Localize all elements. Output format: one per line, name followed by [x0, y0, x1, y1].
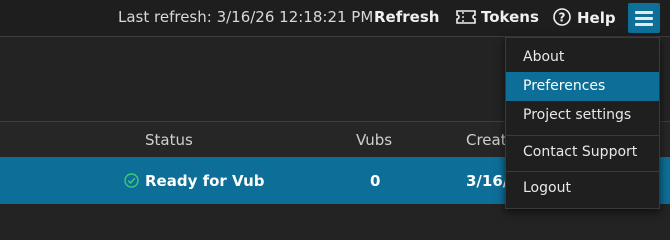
- menu-divider: [506, 135, 659, 136]
- help-button[interactable]: ? Help: [553, 8, 616, 27]
- column-header-vubs[interactable]: Vubs: [356, 131, 392, 149]
- menu-item-project-settings[interactable]: Project settings: [506, 101, 659, 130]
- hamburger-menu-button[interactable]: [628, 3, 660, 33]
- menu-item-about[interactable]: About: [506, 43, 659, 72]
- refresh-button[interactable]: Refresh: [374, 8, 439, 26]
- top-toolbar: Last refresh: 3/16/26 12:18:21 PM Refres…: [0, 0, 670, 36]
- vubs-cell: 0: [370, 172, 381, 190]
- column-header-created[interactable]: Creat: [466, 131, 507, 149]
- question-circle-icon: ?: [553, 8, 571, 26]
- main-menu-dropdown: About Preferences Project settings Conta…: [505, 37, 660, 209]
- last-refresh-text: Last refresh: 3/16/26 12:18:21 PM: [118, 8, 374, 26]
- menu-item-logout[interactable]: Logout: [506, 174, 659, 203]
- menu-item-preferences[interactable]: Preferences: [506, 72, 659, 101]
- column-header-status[interactable]: Status: [145, 131, 193, 149]
- svg-text:?: ?: [559, 10, 566, 24]
- menu-item-contact-support[interactable]: Contact Support: [506, 138, 659, 167]
- menu-divider: [506, 171, 659, 172]
- tokens-label: Tokens: [481, 8, 539, 26]
- status-cell: Ready for Vub: [124, 172, 265, 190]
- tokens-button[interactable]: Tokens: [456, 8, 539, 26]
- status-text: Ready for Vub: [145, 172, 265, 190]
- help-label: Help: [577, 9, 616, 27]
- check-circle-icon: [124, 173, 139, 188]
- hamburger-icon: [635, 11, 653, 14]
- created-cell: 3/16/: [466, 172, 509, 190]
- ticket-icon: [456, 10, 476, 24]
